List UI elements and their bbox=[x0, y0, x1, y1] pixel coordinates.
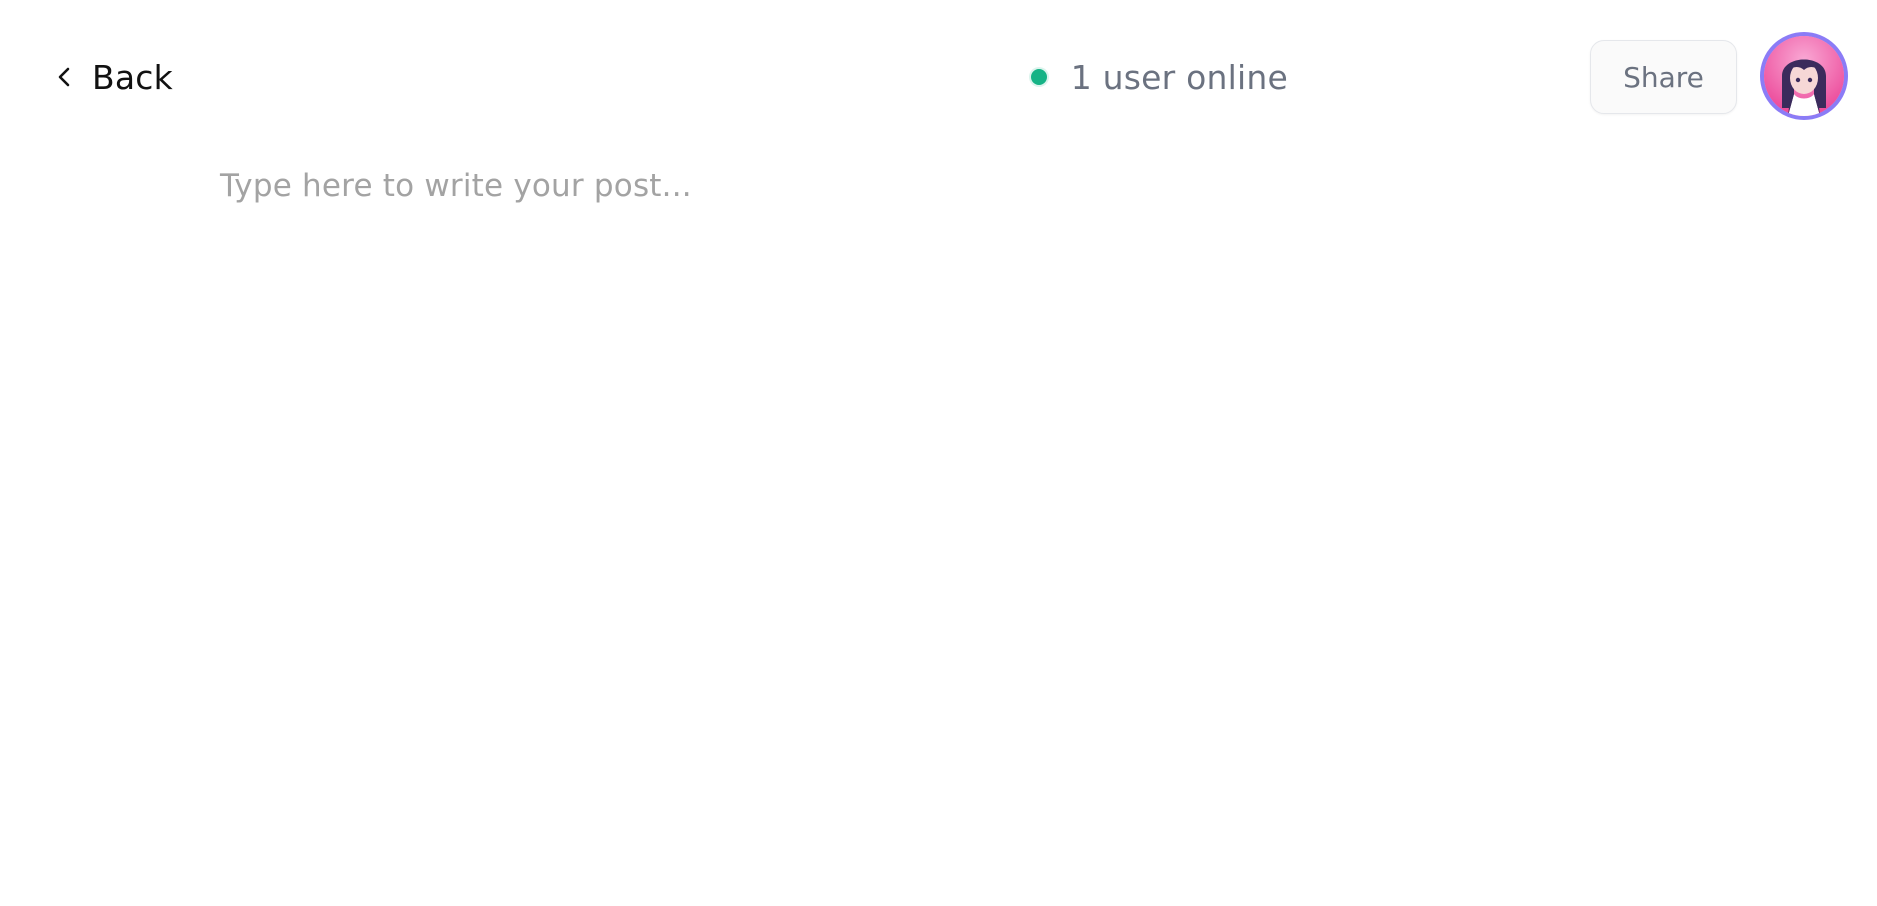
back-button[interactable]: Back bbox=[52, 52, 173, 102]
share-button-label: Share bbox=[1623, 60, 1704, 94]
share-button[interactable]: Share bbox=[1590, 40, 1737, 114]
editor-placeholder: Type here to write your post... bbox=[220, 168, 692, 204]
chevron-left-icon bbox=[52, 65, 76, 89]
editor-page: Back 1 user online Share Type here to wr… bbox=[0, 0, 1877, 906]
back-label: Back bbox=[92, 57, 173, 97]
avatar[interactable] bbox=[1760, 32, 1848, 120]
post-editor[interactable]: Type here to write your post... bbox=[220, 168, 1656, 808]
online-users-text: 1 user online bbox=[1070, 57, 1288, 97]
status-dot-icon bbox=[1030, 69, 1047, 85]
online-status: 1 user online bbox=[1030, 52, 1288, 102]
avatar-image bbox=[1764, 36, 1844, 116]
